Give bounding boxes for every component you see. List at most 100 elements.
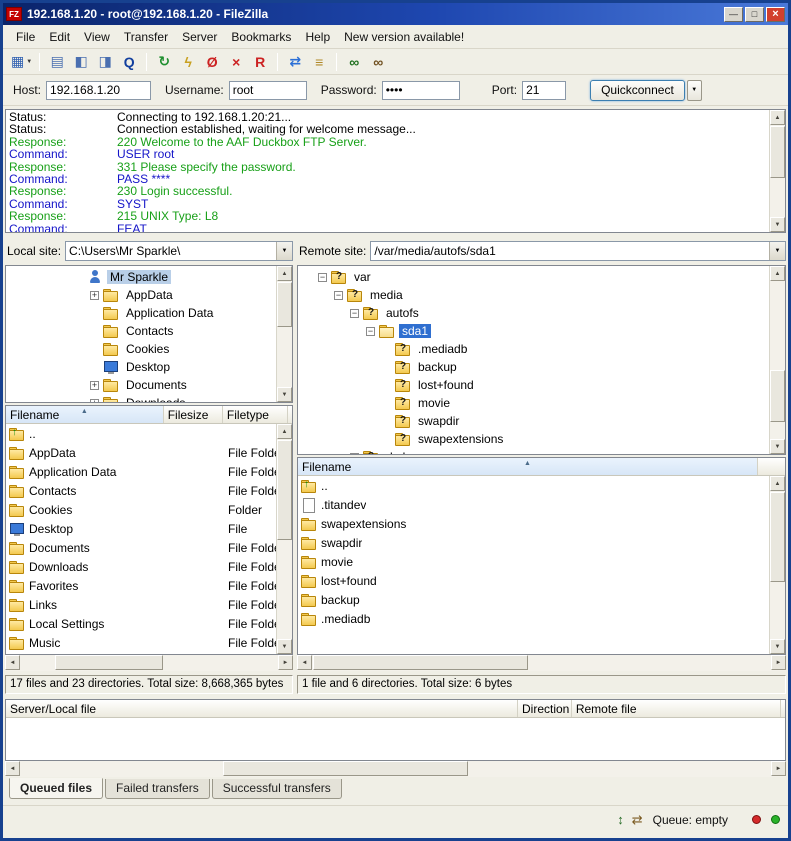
tree-expander-icon[interactable]: − [318,273,327,282]
menu-edit[interactable]: Edit [42,27,77,47]
scroll-left-icon[interactable]: ◄ [5,761,20,776]
tree-item-autofs[interactable]: −?autofs [298,304,785,322]
tree-expander-icon[interactable]: − [350,309,359,318]
scroll-right-icon[interactable]: ► [278,655,293,670]
log-scrollbar[interactable]: ▲ ▼ [769,110,785,232]
close-button[interactable]: × [766,7,785,22]
file-row-downloads[interactable]: DownloadsFile Folder [6,557,292,576]
remote-tree-scrollbar[interactable]: ▲ ▼ [769,266,785,454]
compare-icon[interactable]: ≡ [309,52,329,72]
refresh-icon[interactable]: ↻ [154,52,174,72]
queue-hscrollbar[interactable]: ◄ ► [5,761,786,777]
scroll-down-icon[interactable]: ▼ [277,387,292,402]
local-site-dropdown-icon[interactable]: ▼ [276,242,292,260]
file-row-music[interactable]: MusicFile Folder [6,633,292,652]
scroll-up-icon[interactable]: ▲ [277,266,292,281]
file-row-local-settings[interactable]: Local SettingsFile Folder [6,614,292,633]
file-row-cookies[interactable]: CookiesFolder [6,500,292,519]
file-row-titandev[interactable]: .titandev [298,495,785,514]
remote-list-scrollbar[interactable]: ▲ ▼ [769,476,785,654]
tree-item-desktop[interactable]: Desktop [6,358,292,376]
tree-item-application-data[interactable]: Application Data [6,304,292,322]
tab-failed-transfers[interactable]: Failed transfers [105,779,210,799]
scroll-up-icon[interactable]: ▲ [770,110,785,125]
site-manager-icon[interactable]: ▦▼ [11,52,32,72]
file-row-links[interactable]: LinksFile Folder [6,595,292,614]
port-input[interactable] [522,81,566,100]
toggle-queue-icon[interactable]: Q [119,52,139,72]
tree-item-downloads[interactable]: +Downloads [6,394,292,403]
file-row-swapextensions[interactable]: swapextensions [298,514,785,533]
scroll-down-icon[interactable]: ▼ [770,439,785,454]
file-row-up[interactable]: ↑.. [298,476,785,495]
tree-item-appdata[interactable]: +AppData [6,286,292,304]
local-site-input[interactable] [66,242,276,260]
tree-item-backup[interactable]: ?backup [298,358,785,376]
tree-expander-icon[interactable]: + [90,381,99,390]
tree-item-swapdir[interactable]: ?swapdir [298,412,785,430]
remote-site-dropdown-icon[interactable]: ▼ [769,242,785,260]
tree-item-swapextensions[interactable]: ?swapextensions [298,430,785,448]
sync-browsing-icon[interactable]: ⇄ [285,52,305,72]
scroll-down-icon[interactable]: ▼ [770,217,785,232]
disconnect-icon[interactable]: × [226,52,246,72]
speed-limits-icon[interactable]: ↕ [617,812,624,827]
remote-site-input[interactable] [371,242,769,260]
local-list-scrollbar[interactable]: ▲ ▼ [276,424,292,654]
tree-item-contacts[interactable]: Contacts [6,322,292,340]
host-input[interactable] [46,81,151,100]
tree-item-sda1[interactable]: −sda1 [298,322,785,340]
toggle-local-tree-icon[interactable]: ◧ [71,52,91,72]
file-row-contacts[interactable]: ContactsFile Folder [6,481,292,500]
menu-server[interactable]: Server [175,27,224,47]
tree-expander-icon[interactable]: + [90,399,99,404]
scroll-up-icon[interactable]: ▲ [277,424,292,439]
password-input[interactable] [382,81,460,100]
column-header-filename[interactable]: Filename▲ [6,406,164,423]
scroll-down-icon[interactable]: ▼ [770,639,785,654]
tab-queued-files[interactable]: Queued files [9,778,103,799]
filter-icon[interactable]: ∞ [368,52,388,72]
tree-item-lost-found[interactable]: ?lost+found [298,376,785,394]
file-row-documents[interactable]: DocumentsFile Folder [6,538,292,557]
tree-expander-icon[interactable]: − [366,327,375,336]
scroll-down-icon[interactable]: ▼ [277,639,292,654]
scroll-up-icon[interactable]: ▲ [770,476,785,491]
tab-successful-transfers[interactable]: Successful transfers [212,779,342,799]
file-row-mediadb[interactable]: .mediadb [298,609,785,628]
local-list-hscrollbar[interactable]: ◄ ► [5,655,293,671]
column-header-server-local-file[interactable]: Server/Local file [6,700,518,717]
tree-item-cookies[interactable]: Cookies [6,340,292,358]
maximize-button[interactable]: □ [745,7,764,22]
file-row-lost-found[interactable]: lost+found [298,571,785,590]
tree-item-documents[interactable]: +Documents [6,376,292,394]
menu-transfer[interactable]: Transfer [117,27,175,47]
quickconnect-dropdown-icon[interactable]: ▼ [687,80,702,101]
tree-item-mr-sparkle[interactable]: Mr Sparkle [6,268,292,286]
queue-body[interactable] [6,718,785,761]
file-row-swapdir[interactable]: swapdir [298,533,785,552]
username-input[interactable] [229,81,307,100]
tree-expander-icon[interactable]: − [334,291,343,300]
file-row-appdata[interactable]: AppDataFile Folder [6,443,292,462]
scroll-right-icon[interactable]: ► [771,655,786,670]
file-row-movie[interactable]: movie [298,552,785,571]
toggle-remote-tree-icon[interactable]: ◨ [95,52,115,72]
remote-list-hscrollbar[interactable]: ◄ ► [297,655,786,671]
file-row-favorites[interactable]: FavoritesFile Folder [6,576,292,595]
tree-expander-icon[interactable]: + [350,453,359,456]
column-header-filesize[interactable]: Filesize [164,406,223,423]
toggle-log-icon[interactable]: ▤ [47,52,67,72]
tree-item-var[interactable]: −?var [298,268,785,286]
find-icon[interactable]: ∞ [344,52,364,72]
tree-item-mediadb[interactable]: ?.mediadb [298,340,785,358]
file-row-up[interactable]: ↑.. [6,424,292,443]
tree-item-movie[interactable]: ?movie [298,394,785,412]
reconnect-icon[interactable]: R [250,52,270,72]
menu-bookmarks[interactable]: Bookmarks [224,27,298,47]
local-tree-scrollbar[interactable]: ▲ ▼ [276,266,292,402]
cancel-icon[interactable]: Ø [202,52,222,72]
column-header-filetype[interactable]: Filetype [223,406,288,423]
menu-new-version-available[interactable]: New version available! [337,27,471,47]
menu-help[interactable]: Help [298,27,337,47]
